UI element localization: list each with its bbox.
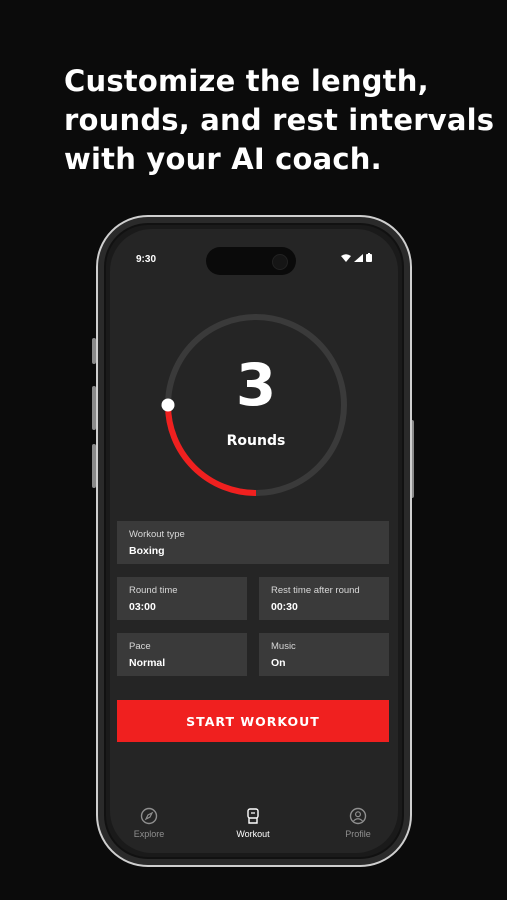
start-workout-button[interactable]: START WORKOUT — [117, 700, 389, 742]
rounds-label: Rounds — [226, 433, 286, 449]
nav-item-explore[interactable]: Explore — [114, 807, 184, 839]
round-time-field[interactable]: Round time 03:00 — [117, 577, 247, 620]
phone-screen: 9:30 3 Rounds Workout type Boxing Round … — [110, 229, 398, 853]
nav-item-workout[interactable]: Workout — [218, 807, 288, 839]
compass-icon — [140, 807, 158, 825]
round-time-value: 03:00 — [129, 601, 156, 613]
status-time: 9:30 — [136, 254, 157, 265]
rest-time-label: Rest time after round — [271, 585, 360, 596]
music-value: On — [271, 657, 286, 669]
music-label: Music — [271, 641, 296, 652]
headline-line-3: with your AI coach. — [64, 142, 382, 176]
nav-label-profile: Profile — [345, 829, 371, 839]
camera-icon — [272, 254, 288, 270]
rest-time-field[interactable]: Rest time after round 00:30 — [259, 577, 389, 620]
dynamic-island — [206, 247, 296, 275]
headline-line-2: rounds, and rest intervals — [64, 103, 495, 137]
phone-frame: 9:30 3 Rounds Workout type Boxing Round … — [96, 215, 412, 867]
pace-field[interactable]: Pace Normal — [117, 633, 247, 676]
profile-icon — [349, 807, 367, 825]
status-icons — [341, 253, 372, 262]
pace-value: Normal — [129, 657, 166, 669]
rest-time-value: 00:30 — [271, 601, 298, 613]
nav-item-profile[interactable]: Profile — [323, 807, 393, 839]
bottom-nav: Explore Workout Profile — [110, 807, 398, 847]
signal-icon — [354, 253, 363, 262]
workout-type-field[interactable]: Workout type Boxing — [117, 521, 389, 564]
nav-label-workout: Workout — [236, 829, 270, 839]
nav-label-explore: Explore — [133, 829, 165, 839]
pace-label: Pace — [129, 641, 151, 652]
music-field[interactable]: Music On — [259, 633, 389, 676]
headline: Customize the length, rounds, and rest i… — [64, 62, 495, 179]
headline-line-1: Customize the length, — [64, 64, 429, 98]
rounds-value: 3 — [235, 351, 277, 419]
workout-type-value: Boxing — [129, 545, 165, 557]
workout-type-label: Workout type — [129, 529, 185, 540]
battery-icon — [366, 253, 372, 262]
workout-icon — [247, 808, 259, 824]
rounds-dial[interactable]: 3 Rounds — [160, 309, 352, 501]
round-time-label: Round time — [129, 585, 178, 596]
wifi-icon — [341, 253, 351, 262]
